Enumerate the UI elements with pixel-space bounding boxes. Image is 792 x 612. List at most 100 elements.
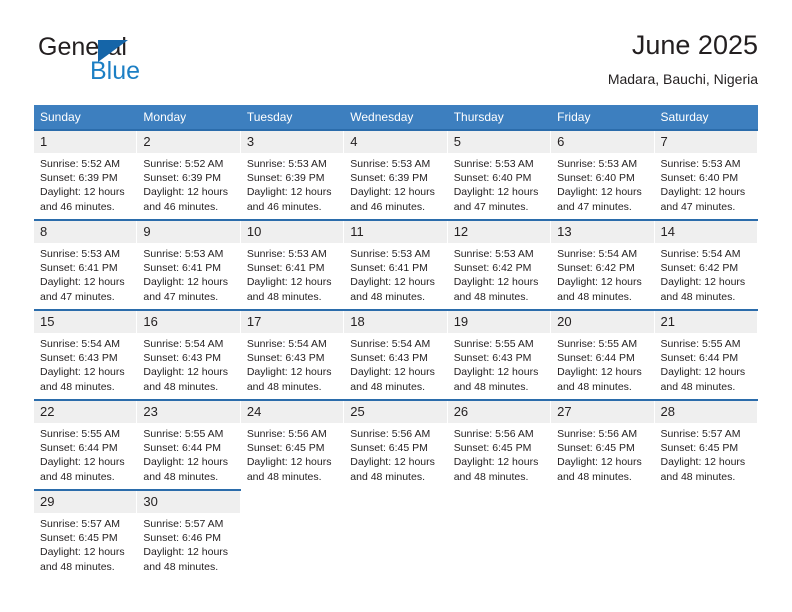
calendar-day-cell[interactable]: 28 Sunrise: 5:57 AM Sunset: 6:45 PM Dayligh… — [654, 399, 758, 490]
daylight-text: Daylight: 12 hours and 48 minutes. — [350, 276, 435, 303]
calendar-day-cell[interactable]: 20 Sunrise: 5:55 AM Sunset: 6:44 PM Dayligh… — [551, 309, 655, 400]
day-number: 16 — [137, 311, 241, 333]
calendar-day-cell[interactable]: 26 Sunrise: 5:56 AM Sunset: 6:45 PM Dayligh… — [447, 399, 552, 490]
day-number: 11 — [344, 221, 448, 243]
day-number: 7 — [654, 131, 758, 153]
sunrise-text: Sunrise: 5:53 AM — [246, 158, 327, 170]
sunrise-text: Sunrise: 5:54 AM — [40, 338, 120, 350]
sunrise-text: Sunrise: 5:56 AM — [246, 428, 327, 440]
weekday-header-monday: Monday — [137, 105, 241, 130]
sunset-text: Sunset: 6:43 PM — [246, 352, 325, 365]
calendar-day-cell[interactable]: 1 Sunrise: 5:52 AM Sunset: 6:39 PM Daylight… — [34, 129, 138, 220]
calendar-day-cell[interactable]: 5 Sunrise: 5:53 AM Sunset: 6:40 PM Daylight… — [447, 129, 552, 220]
calendar-day-cell[interactable]: 13 Sunrise: 5:54 AM Sunset: 6:42 PM Dayligh… — [551, 219, 655, 310]
day-details: Sunrise: 5:56 AM Sunset: 6:45 PM Daylight:… — [448, 423, 552, 485]
calendar-day-cell[interactable]: 21 Sunrise: 5:55 AM Sunset: 6:44 PM Dayligh… — [654, 309, 758, 400]
calendar-day-cell[interactable]: 18 Sunrise: 5:54 AM Sunset: 6:43 PM Dayligh… — [344, 309, 448, 400]
day-number: 13 — [551, 221, 655, 243]
daylight-text: Daylight: 12 hours and 47 minutes. — [40, 276, 125, 303]
calendar-day-cell[interactable]: 29 Sunrise: 5:57 AM Sunset: 6:45 PM Dayligh… — [34, 489, 138, 576]
day-details: Sunrise: 5:57 AM Sunset: 6:45 PM Daylight:… — [34, 513, 138, 575]
day-number: 29 — [34, 491, 138, 513]
calendar-day-cell[interactable]: 14 Sunrise: 5:54 AM Sunset: 6:42 PM Dayligh… — [654, 219, 758, 310]
day-details: Sunrise: 5:53 AM Sunset: 6:39 PM Daylight:… — [241, 153, 345, 215]
sunset-text: Sunset: 6:40 PM — [660, 172, 739, 185]
sunrise-text: Sunrise: 5:55 AM — [143, 428, 224, 440]
day-details: Sunrise: 5:55 AM Sunset: 6:44 PM Daylight:… — [34, 423, 138, 485]
sunrise-text: Sunrise: 5:54 AM — [557, 248, 638, 260]
calendar-day-cell[interactable]: 17 Sunrise: 5:54 AM Sunset: 6:43 PM Dayligh… — [240, 309, 345, 400]
sunset-text: Sunset: 6:40 PM — [453, 172, 532, 185]
calendar-day-cell[interactable]: 23 Sunrise: 5:55 AM Sunset: 6:44 PM Dayligh… — [137, 399, 241, 490]
location-subtitle: Madara, Bauchi, Nigeria — [607, 71, 758, 87]
day-details: Sunrise: 5:57 AM Sunset: 6:45 PM Daylight:… — [655, 423, 758, 485]
sunset-text: Sunset: 6:41 PM — [40, 262, 118, 275]
sunset-text: Sunset: 6:39 PM — [143, 172, 222, 185]
sunset-text: Sunset: 6:44 PM — [40, 442, 118, 455]
sunset-text: Sunset: 6:42 PM — [453, 262, 532, 275]
sunrise-text: Sunrise: 5:54 AM — [660, 248, 741, 260]
daylight-text: Daylight: 12 hours and 48 minutes. — [557, 456, 642, 483]
day-number: 24 — [240, 401, 345, 423]
sunset-text: Sunset: 6:40 PM — [557, 172, 635, 185]
sunrise-text: Sunrise: 5:56 AM — [557, 428, 638, 440]
sunrise-text: Sunrise: 5:55 AM — [453, 338, 534, 350]
daylight-text: Daylight: 12 hours and 46 minutes. — [143, 186, 229, 213]
day-number: 6 — [551, 131, 655, 153]
daylight-text: Daylight: 12 hours and 48 minutes. — [246, 276, 332, 303]
daylight-text: Daylight: 12 hours and 48 minutes. — [246, 366, 332, 393]
calendar-day-cell[interactable]: 2 Sunrise: 5:52 AM Sunset: 6:39 PM Daylight… — [137, 129, 241, 220]
day-number: 20 — [551, 311, 655, 333]
brand-logo[interactable]: General Blue — [34, 32, 274, 90]
daylight-text: Daylight: 12 hours and 48 minutes. — [557, 276, 642, 303]
calendar-day-cell[interactable]: 30 Sunrise: 5:57 AM Sunset: 6:46 PM Dayligh… — [137, 489, 241, 576]
sunset-text: Sunset: 6:44 PM — [660, 352, 739, 365]
calendar-day-cell[interactable]: 3 Sunrise: 5:53 AM Sunset: 6:39 PM Daylight… — [240, 129, 345, 220]
sunset-text: Sunset: 6:46 PM — [143, 532, 222, 545]
sunrise-text: Sunrise: 5:53 AM — [350, 158, 431, 170]
day-number: 27 — [551, 401, 655, 423]
daylight-text: Daylight: 12 hours and 46 minutes. — [246, 186, 332, 213]
weekday-header-row: Sunday Monday Tuesday Wednesday Thursday… — [34, 105, 758, 130]
calendar-day-cell[interactable]: 19 Sunrise: 5:55 AM Sunset: 6:43 PM Dayligh… — [447, 309, 552, 400]
calendar-cell-empty — [344, 490, 448, 576]
daylight-text: Daylight: 12 hours and 48 minutes. — [143, 546, 229, 573]
calendar-day-cell[interactable]: 12 Sunrise: 5:53 AM Sunset: 6:42 PM Dayligh… — [447, 219, 552, 310]
sunset-text: Sunset: 6:39 PM — [40, 172, 118, 185]
daylight-text: Daylight: 12 hours and 48 minutes. — [660, 456, 746, 483]
day-details: Sunrise: 5:53 AM Sunset: 6:40 PM Daylight:… — [655, 153, 758, 215]
calendar-day-cell[interactable]: 11 Sunrise: 5:53 AM Sunset: 6:41 PM Dayligh… — [344, 219, 448, 310]
sunrise-text: Sunrise: 5:52 AM — [143, 158, 224, 170]
calendar-day-cell[interactable]: 24 Sunrise: 5:56 AM Sunset: 6:45 PM Dayligh… — [240, 399, 345, 490]
calendar-day-cell[interactable]: 25 Sunrise: 5:56 AM Sunset: 6:45 PM Dayligh… — [344, 399, 448, 490]
sunset-text: Sunset: 6:45 PM — [557, 442, 635, 455]
sunset-text: Sunset: 6:39 PM — [350, 172, 428, 185]
calendar-day-cell[interactable]: 27 Sunrise: 5:56 AM Sunset: 6:45 PM Dayligh… — [551, 399, 655, 490]
weekday-header-thursday: Thursday — [447, 105, 552, 130]
sunset-text: Sunset: 6:43 PM — [453, 352, 532, 365]
daylight-text: Daylight: 12 hours and 47 minutes. — [143, 276, 229, 303]
calendar-week-row: 1 Sunrise: 5:52 AM Sunset: 6:39 PM Daylight… — [34, 129, 758, 220]
calendar-week-row: 22 Sunrise: 5:55 AM Sunset: 6:44 PM Dayligh… — [34, 399, 758, 490]
sunrise-text: Sunrise: 5:53 AM — [350, 248, 431, 260]
calendar-day-cell[interactable]: 8 Sunrise: 5:53 AM Sunset: 6:41 PM Daylight… — [34, 219, 138, 310]
calendar-body: 1 Sunrise: 5:52 AM Sunset: 6:39 PM Daylight… — [34, 129, 758, 576]
weekday-header-friday: Friday — [551, 105, 655, 130]
day-details: Sunrise: 5:54 AM Sunset: 6:43 PM Daylight:… — [241, 333, 345, 395]
calendar-day-cell[interactable]: 22 Sunrise: 5:55 AM Sunset: 6:44 PM Dayligh… — [34, 399, 138, 490]
sunrise-text: Sunrise: 5:56 AM — [350, 428, 431, 440]
calendar-day-cell[interactable]: 4 Sunrise: 5:53 AM Sunset: 6:39 PM Daylight… — [344, 129, 448, 220]
calendar-day-cell[interactable]: 7 Sunrise: 5:53 AM Sunset: 6:40 PM Daylight… — [654, 129, 758, 220]
calendar-day-cell[interactable]: 10 Sunrise: 5:53 AM Sunset: 6:41 PM Dayligh… — [240, 219, 345, 310]
daylight-text: Daylight: 12 hours and 47 minutes. — [453, 186, 539, 213]
day-number: 8 — [34, 221, 138, 243]
daylight-text: Daylight: 12 hours and 48 minutes. — [350, 456, 435, 483]
weekday-header-wednesday: Wednesday — [344, 105, 448, 130]
daylight-text: Daylight: 12 hours and 46 minutes. — [40, 186, 125, 213]
calendar-day-cell[interactable]: 16 Sunrise: 5:54 AM Sunset: 6:43 PM Dayligh… — [137, 309, 241, 400]
calendar-day-cell[interactable]: 9 Sunrise: 5:53 AM Sunset: 6:41 PM Daylight… — [137, 219, 241, 310]
calendar-day-cell[interactable]: 6 Sunrise: 5:53 AM Sunset: 6:40 PM Daylight… — [551, 129, 655, 220]
calendar-day-cell[interactable]: 15 Sunrise: 5:54 AM Sunset: 6:43 PM Dayligh… — [34, 309, 138, 400]
day-details: Sunrise: 5:55 AM Sunset: 6:44 PM Daylight:… — [137, 423, 241, 485]
day-details: Sunrise: 5:54 AM Sunset: 6:43 PM Daylight:… — [344, 333, 448, 395]
